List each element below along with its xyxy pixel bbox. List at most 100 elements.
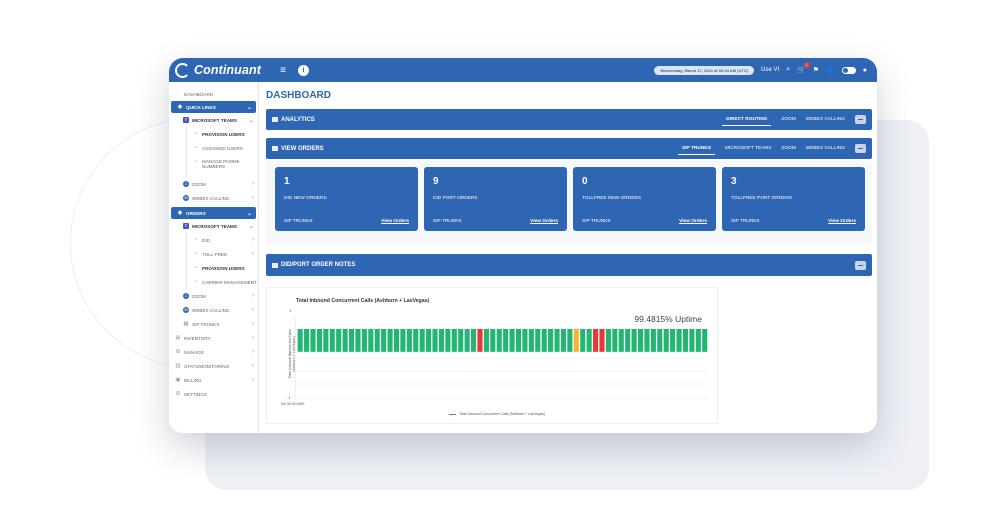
uptime-bar — [573, 329, 579, 352]
sidebar-item-dashboard[interactable]: ◌ DASHBOARD — [169, 87, 258, 101]
uptime-bar — [393, 329, 400, 352]
sidebar-item-zoom-orders[interactable]: Z ZOOM › — [169, 289, 258, 303]
settings-dot-icon[interactable]: ● — [863, 67, 867, 74]
orders-icon: ◆ — [177, 210, 183, 216]
trunk-icon: ▦ — [183, 321, 189, 327]
tab-zoom[interactable]: ZOOM — [781, 143, 795, 154]
analytics-title: ANALYTICS — [272, 117, 315, 123]
main-content: DASHBOARD ANALYTICS DIRECT ROUTING ZOOM … — [265, 82, 877, 433]
order-label: TOLLFREE PORT ORDERS — [731, 196, 793, 201]
tab-direct-routing[interactable]: DIRECT ROUTING — [722, 114, 772, 126]
uptime-bar — [580, 329, 586, 352]
view-orders-link[interactable]: View Orders — [381, 219, 409, 224]
theme-toggle[interactable] — [841, 66, 856, 74]
topbar-right: Wednesday, March 17, 2021 at 09:44 AM (U… — [654, 62, 867, 75]
sidebar-item-ms-teams-orders[interactable]: T MICROSOFT TEAMS ⌄ — [169, 219, 258, 233]
view-orders-link[interactable]: View Orders — [828, 219, 856, 224]
logo[interactable]: Continuant — [175, 62, 268, 78]
uptime-bar — [631, 329, 637, 352]
user-label[interactable]: Use VI — [761, 67, 779, 73]
tab-zoom[interactable]: ZOOM — [781, 114, 795, 125]
sidebar-item-ms-teams[interactable]: T MICROSOFT TEAMS ⌄ — [169, 113, 258, 127]
sidebar-item-manage-phone-numbers[interactable]: ▫ MANAGE PHONE NUMBERS — [187, 155, 258, 177]
sidebar-item-manage[interactable]: ⚙ MANAGE › — [169, 345, 258, 359]
tab-sip-trunks[interactable]: SIP TRUNKS — [677, 143, 715, 155]
flag-icon[interactable]: ⚑ — [813, 66, 819, 74]
collapse-button[interactable] — [855, 115, 866, 124]
sidebar-item-orders[interactable]: ◆ ORDERS ⌄ — [171, 207, 256, 219]
view-orders-title: VIEW ORDERS — [272, 146, 324, 152]
order-notes-actions — [855, 260, 866, 270]
sidebar-item-provision-users-orders[interactable]: ▫ PROVISION USERS — [187, 261, 258, 275]
sidebar-item-quick-links[interactable]: ◆ QUICK LINKS ⌄ — [171, 101, 256, 113]
uptime-bar — [515, 329, 522, 352]
uptime-bar — [336, 329, 342, 352]
uptime-bar — [618, 329, 624, 352]
sidebar-item-zoom[interactable]: Z ZOOM › — [169, 177, 258, 191]
order-cards: 1 DID NEW ORDERS SIP TRUNKS View Orders … — [266, 161, 872, 245]
sidebar-item-inventory[interactable]: ▤ INVENTORY › — [169, 331, 258, 345]
uptime-bar — [612, 329, 618, 352]
sidebar-item-tollfree[interactable]: ▫ TOLL-FREE › — [187, 247, 258, 261]
chevron-down-icon: ⌄ — [246, 104, 252, 111]
uptime-bar — [406, 329, 412, 352]
uptime-bar — [509, 329, 515, 352]
cart-icon[interactable]: 🛒 1 — [797, 62, 810, 74]
order-category: SIP TRUNKS — [582, 219, 611, 224]
doc-icon: ▫ — [195, 279, 197, 285]
sidebar-item-did[interactable]: ▫ DID › — [187, 233, 258, 247]
collapse-button[interactable] — [855, 260, 866, 270]
info-icon[interactable]: i — [298, 64, 309, 76]
doc-icon: ▫ — [195, 251, 197, 257]
view-orders-link[interactable]: View Orders — [530, 219, 558, 224]
uptime-bar — [374, 329, 380, 352]
sidebar-item-webex-orders[interactable]: W WEBEX CALLING › — [169, 303, 258, 317]
uptime-bar — [381, 329, 387, 352]
uptime-bar — [682, 329, 689, 352]
webex-icon: W — [183, 307, 189, 313]
view-orders-link[interactable]: View Orders — [679, 219, 707, 224]
user-icon[interactable]: 👤 — [826, 66, 835, 74]
uptime-bar — [451, 329, 457, 352]
collapse-button[interactable] — [855, 144, 866, 153]
sidebar-item-provision-users[interactable]: ▫ PROVISION USERS — [187, 127, 258, 141]
uptime-bar — [419, 329, 425, 352]
uptime-bar — [342, 329, 348, 352]
tab-webex-calling[interactable]: WEBEX CALLING — [806, 114, 845, 125]
billing-icon: ▣ — [175, 377, 181, 383]
sidebar-item-settings[interactable]: ⚙ SETTINGS — [169, 387, 258, 401]
chevron-right-icon: › — [252, 293, 254, 299]
doc-icon: ▫ — [195, 265, 197, 271]
sidebar-item-sip-trunks[interactable]: ▦ SIP TRUNKS › — [169, 317, 258, 331]
order-count: 9 — [433, 176, 439, 187]
tab-microsoft-teams[interactable]: MICROSOFT TEAMS — [725, 143, 771, 154]
uptime-bar — [663, 329, 669, 352]
uptime-bar — [528, 329, 534, 352]
sidebar-item-webex[interactable]: W WEBEX CALLING › — [169, 191, 258, 205]
uptime-bar — [522, 329, 528, 352]
uptime-bar — [323, 329, 329, 352]
uptime-bar — [355, 329, 361, 352]
sidebar-item-assigned-users[interactable]: ▫ ASSIGNED USERS — [187, 141, 258, 155]
uptime-bar — [541, 329, 547, 352]
sidebar-item-carrier-management[interactable]: ▫ CARRIER MANAGEMENT — [187, 275, 258, 289]
zoom-icon: Z — [183, 293, 189, 299]
doc-icon: ▫ — [195, 237, 197, 243]
doc-icon: ▫ — [195, 145, 197, 151]
uptime-bar — [567, 329, 573, 352]
chart-plot — [294, 318, 708, 400]
chevron-right-icon: › — [252, 377, 254, 383]
chevron-right-icon: › — [252, 363, 254, 369]
uptime-bar — [637, 329, 644, 352]
hamburger-menu-icon[interactable]: ≡ — [276, 65, 290, 76]
tab-webex-calling[interactable]: WEBEX CALLING — [806, 143, 845, 154]
search-icon[interactable]: ⌕ — [786, 66, 790, 74]
uptime-bar — [316, 329, 322, 352]
uptime-bar — [361, 329, 367, 352]
sidebar-item-stats[interactable]: ▥ STATS/MONITORING › — [169, 359, 258, 373]
sidebar-item-billing[interactable]: ▣ BILLING › — [169, 373, 258, 387]
sidebar: ◌ DASHBOARD ◆ QUICK LINKS ⌄ T MICROSOFT TEAM… — [169, 82, 259, 433]
uptime-bar — [310, 329, 316, 352]
link-icon: ◆ — [177, 104, 183, 110]
uptime-bar — [670, 329, 676, 352]
